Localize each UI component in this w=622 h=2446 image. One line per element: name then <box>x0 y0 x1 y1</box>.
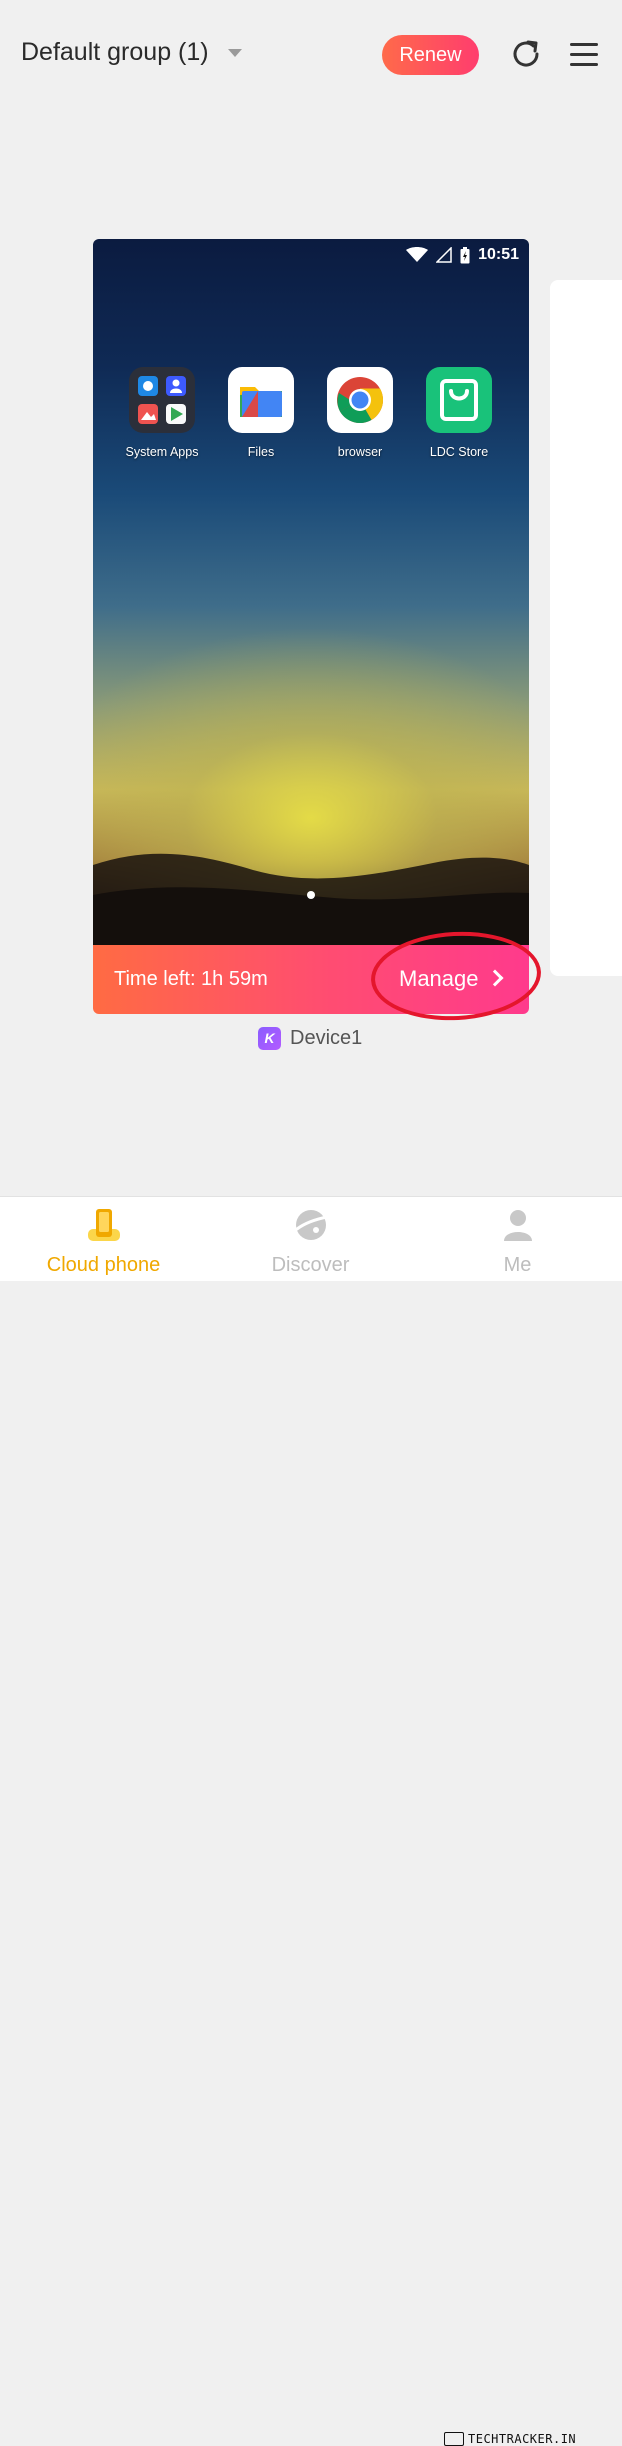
group-selector[interactable]: Default group (1) <box>21 38 242 67</box>
hamburger-menu-icon[interactable] <box>568 40 600 70</box>
nav-label: Cloud phone <box>46 1254 161 1276</box>
app-label: browser <box>337 445 383 459</box>
app-files[interactable]: Files <box>211 367 311 459</box>
nav-cloud-phone[interactable]: Cloud phone <box>0 1197 207 1281</box>
device-status-bar: 10:51 <box>406 245 519 265</box>
device-preview-card[interactable]: 10:51 System Apps Files browser LDC Stor… <box>93 239 529 1014</box>
dropdown-caret-icon <box>227 49 242 58</box>
time-left-text: Time left: 1h 59m <box>114 968 268 990</box>
nav-me[interactable]: Me <box>414 1197 621 1281</box>
battery-icon <box>460 246 470 263</box>
phone-icon <box>87 1209 120 1241</box>
files-icon <box>228 367 294 433</box>
planet-icon <box>295 1210 328 1240</box>
app-label: LDC Store <box>429 445 489 459</box>
folder-icon <box>129 367 195 433</box>
watermark-logo-icon <box>444 2432 464 2446</box>
status-time: 10:51 <box>478 246 519 263</box>
page-indicator-dot <box>307 891 315 899</box>
user-icon <box>503 1210 532 1241</box>
wallpaper-hills <box>93 853 529 945</box>
manage-label: Manage <box>399 966 479 991</box>
device-screen-preview[interactable]: 10:51 System Apps Files browser LDC Stor… <box>93 239 529 945</box>
signal-icon <box>436 247 452 263</box>
device-name: Device1 <box>290 1026 363 1049</box>
nav-label: Discover <box>271 1254 350 1276</box>
watermark-text: TECHTRACKER.IN <box>468 2432 577 2446</box>
app-ldc-store[interactable]: LDC Store <box>409 367 509 459</box>
device-name-row: K Device1 <box>258 1025 362 1051</box>
bottom-navigation: Cloud phone Discover Me TECHTRACKER.IN <box>0 1196 622 2446</box>
chrome-icon <box>327 367 393 433</box>
store-bag-icon <box>426 367 492 433</box>
app-label: Files <box>247 445 275 459</box>
device-card-footer: Time left: 1h 59m Manage <box>93 945 529 1014</box>
wifi-icon <box>406 247 429 262</box>
next-device-card-peek[interactable] <box>550 280 622 976</box>
watermark: TECHTRACKER.IN <box>444 2432 576 2446</box>
manage-button[interactable]: Manage <box>399 966 504 992</box>
renew-button[interactable]: Renew <box>382 35 479 75</box>
device-badge-icon: K <box>258 1026 281 1050</box>
app-browser[interactable]: browser <box>310 367 410 459</box>
group-title-text: Default group (1) <box>21 38 209 66</box>
chevron-right-icon <box>486 969 504 987</box>
top-header: Default group (1) Renew <box>0 0 622 110</box>
refresh-icon[interactable] <box>509 37 543 71</box>
app-label: System Apps <box>125 445 199 459</box>
nav-discover[interactable]: Discover <box>207 1197 414 1281</box>
app-system-apps[interactable]: System Apps <box>112 367 212 459</box>
nav-label: Me <box>503 1254 532 1276</box>
